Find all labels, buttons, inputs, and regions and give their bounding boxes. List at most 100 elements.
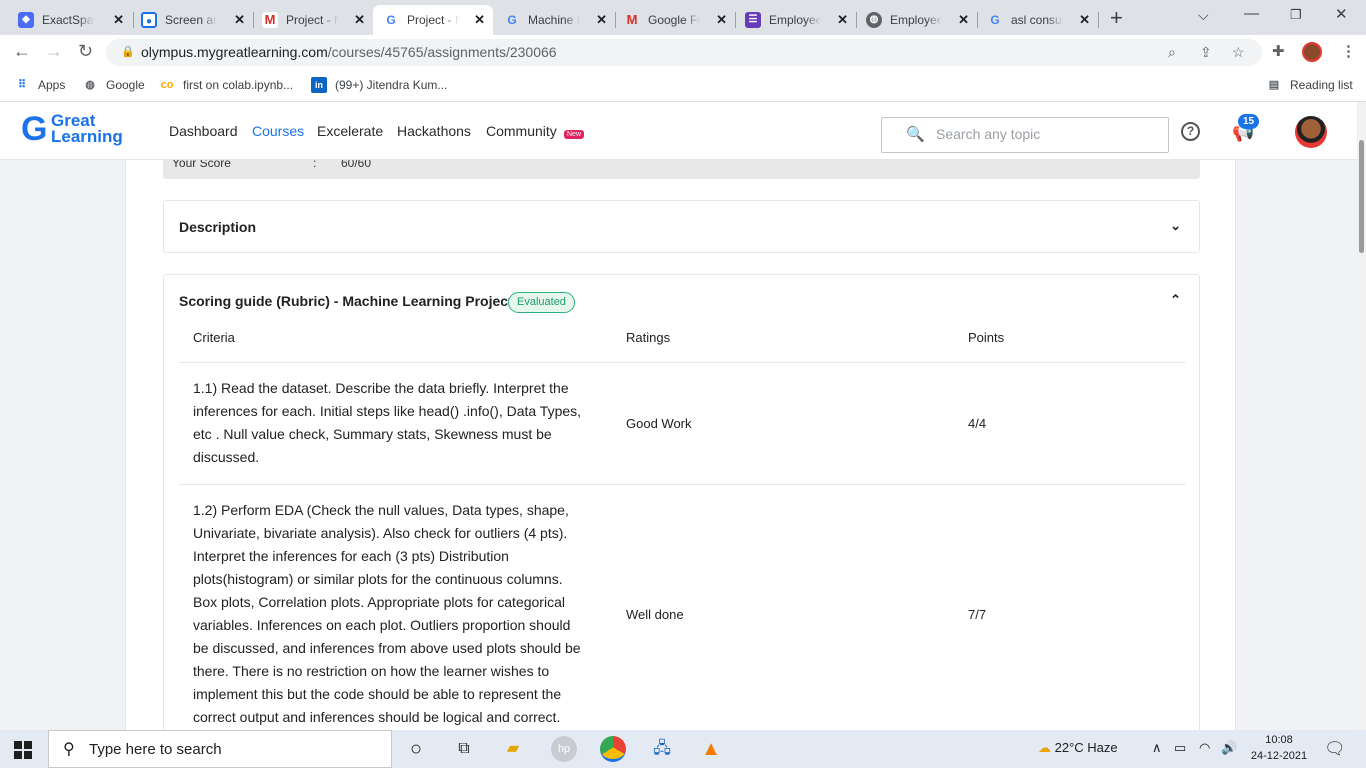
google-icon: G xyxy=(383,12,399,28)
page-scrollbar[interactable] xyxy=(1357,102,1366,730)
window-close-icon[interactable]: ✕ xyxy=(1335,5,1348,23)
cortana-icon[interactable]: ○ xyxy=(403,736,429,762)
new-tab-icon[interactable]: + xyxy=(1110,5,1123,31)
google-icon: G xyxy=(507,13,517,27)
address-bar[interactable]: 🔒 olympus.mygreatlearning.com/courses/45… xyxy=(106,39,1262,66)
browser-tab[interactable]: ● Screen and ✕ xyxy=(131,5,253,35)
tab-label: Project - M xyxy=(286,13,338,27)
hp-icon[interactable]: hp xyxy=(551,736,577,762)
nav-hackathons[interactable]: Hackathons xyxy=(397,123,471,139)
close-icon[interactable]: ✕ xyxy=(354,12,365,28)
nav-community[interactable]: Community xyxy=(486,123,557,139)
great-learning-logo[interactable]: G Great Learning xyxy=(21,112,123,146)
rubric-title: Scoring guide (Rubric) - Machine Learnin… xyxy=(179,293,513,309)
chevron-down-icon[interactable]: ⌄ xyxy=(1170,218,1181,234)
score-value: 60/60 xyxy=(341,160,372,170)
weather-text: 22°C Haze xyxy=(1054,740,1118,755)
minimize-icon[interactable]: — xyxy=(1244,5,1259,22)
evaluated-badge: Evaluated xyxy=(508,292,575,313)
browser-tab[interactable]: G asl consult ✕ xyxy=(977,5,1098,35)
vlc-icon[interactable]: ▲ xyxy=(698,736,724,762)
close-icon[interactable]: ✕ xyxy=(958,12,969,28)
nav-excelerate[interactable]: Excelerate xyxy=(317,123,383,139)
new-badge: New xyxy=(564,130,585,139)
taskbar-search[interactable]: ⚲ Type here to search xyxy=(48,730,392,768)
taskbar-clock[interactable]: 10:08 24-12-2021 xyxy=(1248,732,1310,764)
logo-g-icon: G xyxy=(21,110,48,148)
tab-label: Employee xyxy=(769,13,821,27)
logo-text-line2: Learning xyxy=(51,127,123,146)
chrome-icon[interactable] xyxy=(600,736,626,762)
bookmark-colab[interactable]: co first on colab.ipynb... xyxy=(159,77,293,93)
chevron-up-icon[interactable]: ⌃ xyxy=(1170,292,1181,308)
tray-chevron-up-icon[interactable]: ∧ xyxy=(1152,740,1162,756)
clock-date: 24-12-2021 xyxy=(1250,750,1308,762)
file-explorer-icon[interactable]: ▰ xyxy=(500,736,526,762)
user-avatar[interactable] xyxy=(1295,116,1327,148)
close-icon[interactable]: ✕ xyxy=(113,12,124,28)
score-colon: : xyxy=(313,160,317,170)
action-center-icon[interactable]: 🗨 xyxy=(1324,739,1346,759)
search-input[interactable] xyxy=(936,126,1156,142)
linkedin-icon: in xyxy=(311,77,327,93)
close-icon[interactable]: ✕ xyxy=(1079,12,1090,28)
bookmark-linkedin[interactable]: in (99+) Jitendra Kum... xyxy=(311,77,447,93)
bookmark-apps[interactable]: ⠿ Apps xyxy=(14,77,65,93)
forward-icon[interactable]: → xyxy=(45,41,63,62)
search-icon: ⚲ xyxy=(63,741,75,758)
reading-list-button[interactable]: ▤ Reading list xyxy=(1266,77,1353,93)
reload-icon[interactable]: ↻ xyxy=(78,41,93,62)
rating-text: Well done xyxy=(626,607,684,622)
rating-text: Good Work xyxy=(626,416,692,431)
browser-tab[interactable]: M Project - M ✕ xyxy=(252,5,373,35)
tab-label: Employee xyxy=(890,13,942,27)
site-search-box[interactable]: 🔍 xyxy=(881,117,1169,153)
windows-taskbar: ⚲ Type here to search ○ ⧉ ▰ hp 🖧 ▲ ☁ 22°… xyxy=(0,730,1366,768)
scrollbar-thumb[interactable] xyxy=(1359,140,1364,253)
volume-icon[interactable]: 🔊 xyxy=(1221,740,1237,756)
remote-desktop-icon[interactable]: 🖧 xyxy=(649,736,675,762)
share-icon[interactable]: ⇪ xyxy=(1200,39,1212,66)
browser-tab-active[interactable]: G Project - M ✕ xyxy=(373,5,493,35)
bookmark-star-icon[interactable]: ☆ xyxy=(1232,39,1245,66)
windows-start-icon[interactable] xyxy=(14,741,32,759)
browser-tab[interactable]: ☰ Employee ✕ xyxy=(735,5,856,35)
lock-icon[interactable]: 🔒 xyxy=(121,39,135,66)
column-header-points: Points xyxy=(968,330,1005,345)
description-accordion[interactable]: Description ⌄ xyxy=(163,200,1200,253)
zoom-icon[interactable]: ⌕ xyxy=(1168,39,1176,66)
task-view-icon[interactable]: ⧉ xyxy=(451,736,477,762)
tab-label: Screen and xyxy=(165,13,217,27)
extensions-icon[interactable]: ✚ xyxy=(1272,42,1285,60)
nav-dashboard[interactable]: Dashboard xyxy=(169,123,238,139)
close-icon[interactable]: ✕ xyxy=(837,12,848,28)
bookmark-label: (99+) Jitendra Kum... xyxy=(335,78,448,92)
battery-icon[interactable]: ▭ xyxy=(1174,740,1186,756)
globe-icon: ◍ xyxy=(866,12,882,28)
profile-avatar[interactable] xyxy=(1302,42,1322,62)
tab-search-icon[interactable]: ⌵ xyxy=(1198,7,1209,24)
row-divider xyxy=(179,362,1186,363)
restore-icon[interactable]: ❐ xyxy=(1290,7,1302,23)
browser-tab[interactable]: G Machine Le ✕ xyxy=(494,5,615,35)
taskbar-search-placeholder: Type here to search xyxy=(89,741,222,758)
tab-label: ExactSpace xyxy=(42,13,94,27)
close-icon[interactable]: ✕ xyxy=(234,12,245,28)
browser-tab[interactable]: ◆ ExactSpace ✕ xyxy=(8,5,132,35)
reading-list-icon: ▤ xyxy=(1268,79,1280,91)
help-icon[interactable]: ? xyxy=(1181,122,1200,141)
back-icon[interactable]: ← xyxy=(13,41,31,62)
tab-label: Machine Le xyxy=(528,13,580,27)
browser-tab[interactable]: M Google Fo ✕ xyxy=(614,5,735,35)
browser-tab-strip: ◆ ExactSpace ✕ ● Screen and ✕ M Project … xyxy=(0,0,1366,35)
browser-tab[interactable]: ◍ Employee ✕ xyxy=(856,5,977,35)
bookmark-google[interactable]: ◍ Google xyxy=(82,77,145,93)
weather-widget[interactable]: ☁ 22°C Haze xyxy=(1038,740,1118,756)
menu-kebab-icon[interactable]: ⋮ xyxy=(1341,42,1356,60)
close-icon[interactable]: ✕ xyxy=(716,12,727,28)
google-icon: G xyxy=(990,13,1000,27)
close-icon[interactable]: ✕ xyxy=(596,12,607,28)
wifi-icon[interactable]: ◠ xyxy=(1199,740,1210,756)
nav-courses[interactable]: Courses xyxy=(252,123,304,139)
close-icon[interactable]: ✕ xyxy=(474,12,485,28)
